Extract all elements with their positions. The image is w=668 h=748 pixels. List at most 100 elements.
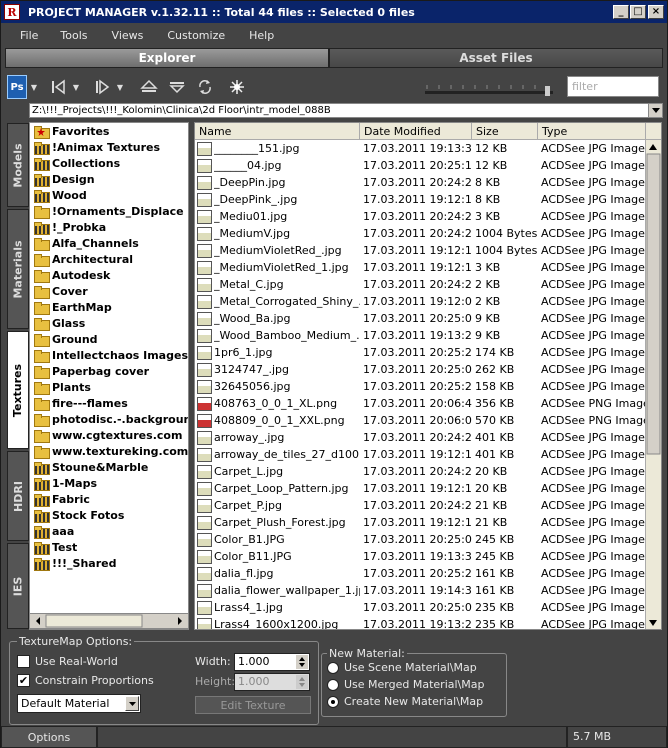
- table-row[interactable]: Color_B11.JPG 17.03.2011 19:13:32 245 KB AC…: [195, 548, 661, 565]
- new-material-radio[interactable]: Use Scene Material\Map: [327, 661, 477, 674]
- side-tab-models[interactable]: Models: [7, 123, 29, 207]
- table-row[interactable]: _Mediu01.jpg 17.03.2011 20:24:22 3 KB ACDSe…: [195, 208, 661, 225]
- radio-button[interactable]: [327, 678, 339, 691]
- constrain-check-icon[interactable]: ✔: [17, 674, 30, 687]
- tree-item[interactable]: !_Probka: [30, 219, 188, 235]
- menu-help[interactable]: Help: [240, 29, 283, 42]
- tree-item[interactable]: !Animax Textures: [30, 139, 188, 155]
- new-material-radio[interactable]: Use Merged Material\Map: [327, 678, 484, 691]
- table-row[interactable]: 408809_0_0_1_XXL.png 17.03.2011 20:06:07 5…: [195, 412, 661, 429]
- tree-item[interactable]: Design: [30, 171, 188, 187]
- refresh-icon[interactable]: [193, 75, 217, 99]
- tree-item[interactable]: Stoune&Marble: [30, 459, 188, 475]
- folder-tree[interactable]: Favorites !Animax Textures Collections Desi…: [29, 122, 189, 630]
- tree-item[interactable]: !Ornaments_Displace: [30, 203, 188, 219]
- side-tab-materials[interactable]: Materials: [7, 209, 29, 329]
- path-combobox[interactable]: Z:\!!!_Projects\!!!_Kolomin\Clinica\2d F…: [29, 103, 663, 118]
- column-name[interactable]: Name: [195, 123, 360, 140]
- forward-dropdown-icon[interactable]: ▼: [115, 75, 125, 99]
- tree-item[interactable]: EarthMap: [30, 299, 188, 315]
- column-date-modified[interactable]: Date Modified: [360, 123, 472, 140]
- side-tab-textures[interactable]: Textures: [7, 331, 29, 449]
- table-row[interactable]: _Wood_Ba.jpg 17.03.2011 20:25:01 9 KB ACDSe…: [195, 310, 661, 327]
- table-row[interactable]: _MediumVioletRed_1.jpg 17.03.2011 19:12:1…: [195, 259, 661, 276]
- height-spinner[interactable]: 1.000: [234, 673, 310, 691]
- filter-input[interactable]: filter: [567, 76, 659, 97]
- tab-asset-files[interactable]: Asset Files: [329, 48, 663, 68]
- table-row[interactable]: arroway_.jpg 17.03.2011 20:24:26 401 KB ACD…: [195, 429, 661, 446]
- tree-item[interactable]: Stock Fotos: [30, 507, 188, 523]
- tree-item[interactable]: Intellectchaos Images C: [30, 347, 188, 363]
- back-icon[interactable]: [47, 75, 71, 99]
- table-row[interactable]: Carpet_L.jpg 17.03.2011 20:24:23 20 KB ACDS…: [195, 463, 661, 480]
- chevron-down-icon[interactable]: [125, 696, 139, 711]
- table-row[interactable]: dalia_flower_wallpaper_1.jpg 17.03.2011 1…: [195, 582, 661, 599]
- use-real-world-checkbox[interactable]: Use Real-World: [17, 655, 118, 668]
- table-row[interactable]: Lrass4_1600x1200.jpg 17.03.2011 19:13:29 2…: [195, 616, 661, 629]
- tree-item[interactable]: Fabric: [30, 491, 188, 507]
- tree-item[interactable]: Autodesk: [30, 267, 188, 283]
- tree-item[interactable]: Alfa_Channels: [30, 235, 188, 251]
- file-table[interactable]: Name Date Modified Size Type ________151…: [194, 122, 662, 630]
- tree-item[interactable]: Paperbag cover: [30, 363, 188, 379]
- tree-item[interactable]: www.textureking.com: [30, 443, 188, 459]
- table-row[interactable]: Carpet_Loop_Pattern.jpg 17.03.2011 19:12:…: [195, 480, 661, 497]
- table-row[interactable]: Lrass4_1.jpg 17.03.2011 20:25:06 235 KB ACD…: [195, 599, 661, 616]
- menu-tools[interactable]: Tools: [51, 29, 96, 42]
- column-size[interactable]: Size: [472, 123, 538, 140]
- photoshop-icon[interactable]: Ps: [7, 75, 27, 99]
- table-row[interactable]: _DeepPink_.jpg 17.03.2011 19:12:12 8 KB ACD…: [195, 191, 661, 208]
- side-tab-hdri[interactable]: HDRI: [7, 451, 29, 541]
- tree-item[interactable]: 1-Maps: [30, 475, 188, 491]
- tree-item[interactable]: fire---flames: [30, 395, 188, 411]
- tree-item[interactable]: Collections: [30, 155, 188, 171]
- table-row[interactable]: Carpet_P.jpg 17.03.2011 20:24:22 21 KB ACDS…: [195, 497, 661, 514]
- table-row[interactable]: _MediumV.jpg 17.03.2011 20:24:21 1004 Byte…: [195, 225, 661, 242]
- title-bar[interactable]: R PROJECT MANAGER v.1.32.11 :: Total 44 …: [1, 1, 667, 23]
- ps-dropdown-icon[interactable]: ▼: [29, 75, 39, 99]
- table-row[interactable]: 3124747_.jpg 17.03.2011 20:25:04 262 KB ACD…: [195, 361, 661, 378]
- tree-item[interactable]: !!!_Shared: [30, 555, 188, 571]
- tree-item[interactable]: Architectural: [30, 251, 188, 267]
- forward-icon[interactable]: [91, 75, 115, 99]
- side-tab-ies[interactable]: IES: [7, 543, 29, 629]
- width-spin-arrows-icon[interactable]: [296, 655, 308, 669]
- tree-horizontal-scrollbar[interactable]: [29, 613, 189, 629]
- table-row[interactable]: 32645056.jpg 17.03.2011 20:25:27 158 KB ACD…: [195, 378, 661, 395]
- table-row[interactable]: _DeepPin.jpg 17.03.2011 20:24:22 8 KB ACDSe…: [195, 174, 661, 191]
- tree-item[interactable]: Wood: [30, 187, 188, 203]
- menu-customize[interactable]: Customize: [158, 29, 234, 42]
- radio-button[interactable]: [327, 661, 339, 674]
- menu-views[interactable]: Views: [103, 29, 153, 42]
- tree-item[interactable]: Favorites: [30, 123, 188, 139]
- new-material-radio[interactable]: Create New Material\Map: [327, 695, 483, 708]
- table-row[interactable]: ________151.jpg 17.03.2011 19:13:39 12 KB A…: [195, 140, 661, 157]
- table-row[interactable]: Color_B1.JPG 17.03.2011 20:25:09 245 KB ACD…: [195, 531, 661, 548]
- table-row[interactable]: _Wood_Bamboo_Medium_... 17.03.2011 19:13:…: [195, 327, 661, 344]
- tree-item[interactable]: www.cgtextures.com: [30, 427, 188, 443]
- constrain-proportions-checkbox[interactable]: ✔ Constrain Proportions: [17, 674, 154, 687]
- table-row[interactable]: 1pr6_1.jpg 17.03.2011 20:25:22 174 KB ACDSe…: [195, 344, 661, 361]
- thumbnail-size-slider[interactable]: [425, 75, 555, 99]
- maximize-button[interactable]: □: [630, 5, 646, 19]
- close-button[interactable]: ×: [648, 5, 664, 19]
- height-spin-arrows-icon[interactable]: [296, 675, 308, 689]
- width-spinner[interactable]: 1.000: [234, 653, 310, 671]
- tree-item[interactable]: Cover: [30, 283, 188, 299]
- material-select[interactable]: Default Material: [17, 694, 141, 713]
- thumbnails-icon[interactable]: [225, 75, 249, 99]
- edit-texture-button[interactable]: Edit Texture: [195, 696, 311, 714]
- table-row[interactable]: _MediumVioletRed_.jpg 17.03.2011 19:12:10…: [195, 242, 661, 259]
- tree-item[interactable]: Plants: [30, 379, 188, 395]
- tree-item[interactable]: aaa: [30, 523, 188, 539]
- table-row[interactable]: _Metal_C.jpg 17.03.2011 20:24:21 2 KB ACDSe…: [195, 276, 661, 293]
- collapse-icon[interactable]: [165, 75, 189, 99]
- tree-item[interactable]: Test: [30, 539, 188, 555]
- tab-explorer[interactable]: Explorer: [5, 48, 329, 68]
- table-row[interactable]: _Metal_Corrogated_Shiny_... 17.03.2011 19…: [195, 293, 661, 310]
- radio-button[interactable]: [327, 695, 339, 708]
- minimize-button[interactable]: _: [613, 5, 629, 19]
- up-folder-icon[interactable]: [137, 75, 161, 99]
- table-row[interactable]: Carpet_Plush_Forest.jpg 17.03.2011 19:12:…: [195, 514, 661, 531]
- use-real-world-box[interactable]: [17, 655, 30, 668]
